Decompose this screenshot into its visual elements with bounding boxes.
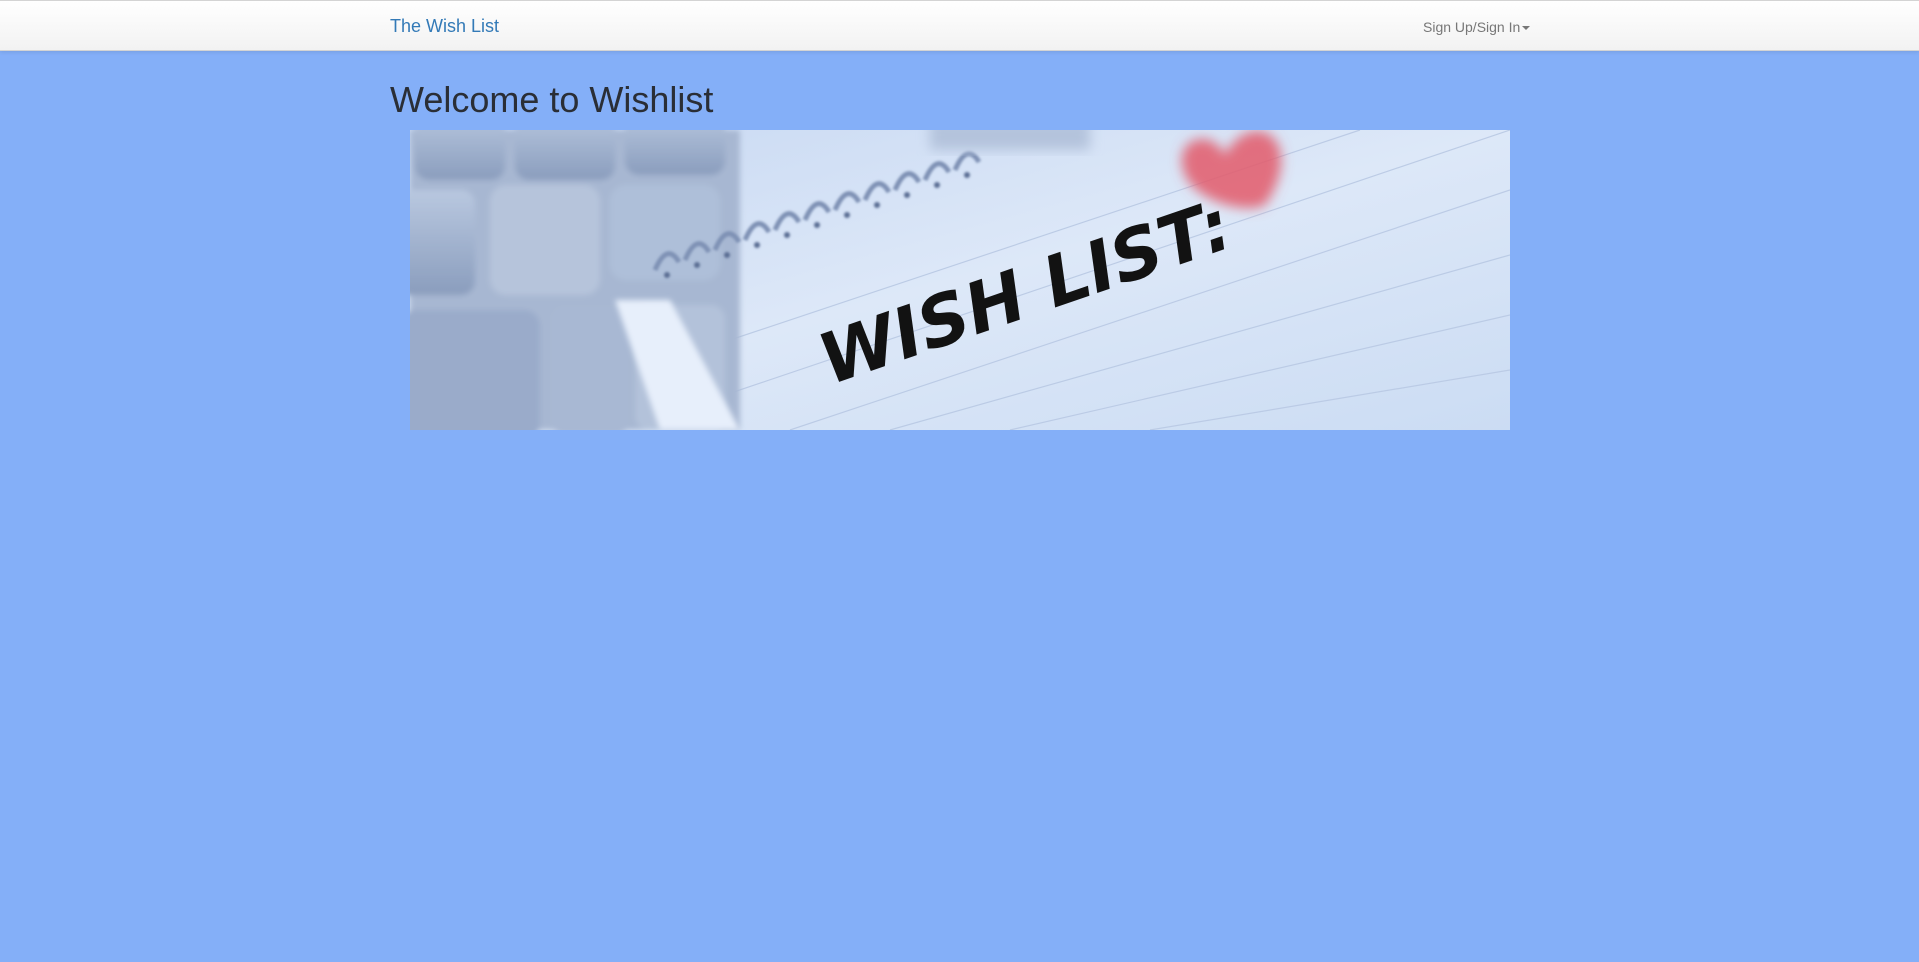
brand-link[interactable]: The Wish List <box>390 16 499 36</box>
caret-down-icon <box>1522 26 1531 31</box>
page-title: Welcome to Wishlist <box>390 79 714 120</box>
auth-dropdown-toggle[interactable]: Sign Up/Sign In <box>1423 18 1531 36</box>
auth-menu-label: Sign Up/Sign In <box>1423 19 1521 35</box>
top-navbar: The Wish List Sign Up/Sign In <box>0 0 1919 51</box>
wishlist-banner-image: WISH LIST: <box>410 130 1510 430</box>
